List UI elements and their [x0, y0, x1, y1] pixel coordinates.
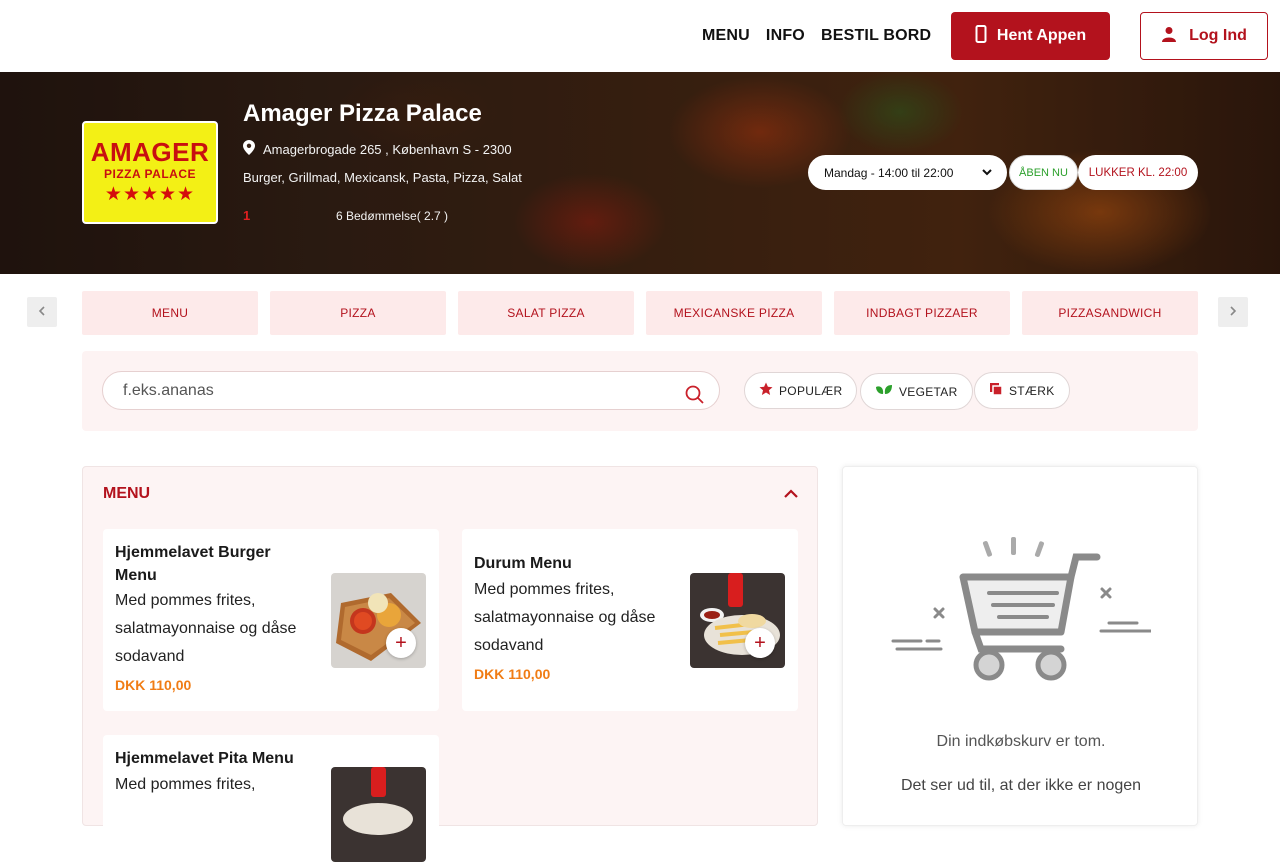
menu-item-image	[331, 767, 426, 862]
menu-item-price: DKK 110,00	[474, 666, 551, 682]
menu-section-title[interactable]: MENU	[103, 485, 150, 503]
category-tab-menu[interactable]: MENU	[82, 291, 258, 335]
tabs-scroll-left-button[interactable]	[27, 297, 57, 327]
tabs-scroll-right-button[interactable]	[1218, 297, 1248, 327]
menu-item-card[interactable]: Durum Menu Med pommes frites, salatmayon…	[462, 529, 798, 711]
opening-hours-select[interactable]: Mandag - 14:00 til 22:00	[808, 155, 1007, 190]
chevron-down-icon	[981, 165, 993, 182]
category-tab-mexicanske-pizza[interactable]: MEXICANSKE PIZZA	[646, 291, 822, 335]
search-placeholder: f.eks.ananas	[123, 381, 214, 399]
restaurant-address-row: Amagerbrogade 265 , København S - 2300	[243, 140, 522, 158]
restaurant-address: Amagerbrogade 265 , København S - 2300	[263, 141, 512, 157]
location-pin-icon	[243, 140, 255, 158]
logo-text-amager: AMAGER	[90, 137, 210, 167]
leaf-icon	[875, 384, 893, 399]
chevron-up-icon[interactable]	[783, 487, 799, 505]
filter-popular-button[interactable]: POPULÆR	[744, 372, 858, 409]
restaurant-hero: AMAGER PIZZA PALACE ★★★★★ Amager Pizza P…	[0, 72, 1280, 274]
chili-icon	[989, 382, 1003, 399]
phone-icon	[975, 24, 987, 48]
category-tab-indbagt-pizzaer[interactable]: INDBAGT PIZZAER	[834, 291, 1010, 335]
rating-marker: 1	[243, 208, 251, 223]
chevron-right-icon	[1228, 304, 1238, 320]
category-tab-salat-pizza[interactable]: SALAT PIZZA	[458, 291, 634, 335]
rating-row: 1 6 Bedømmelse( 2.7 )	[243, 208, 522, 223]
login-label: Log Ind	[1189, 27, 1247, 44]
menu-item-card[interactable]: Hjemmelavet Burger Menu Med pommes frite…	[103, 529, 439, 711]
add-to-cart-button[interactable]: +	[386, 628, 416, 658]
menu-item-description: Med pommes frites, salatmayonnaise og då…	[115, 592, 297, 665]
nav-link-info[interactable]: INFO	[766, 27, 805, 45]
opening-hours-value: Mandag - 14:00 til 22:00	[824, 165, 954, 180]
chevron-left-icon	[37, 304, 47, 320]
empty-cart-message: Det ser ud til, at der ikke er nogen	[900, 777, 1142, 794]
add-to-cart-button[interactable]: +	[745, 628, 775, 658]
category-tab-pizzasandwich[interactable]: PIZZASANDWICH	[1022, 291, 1198, 335]
menu-item-name: Hjemmelavet Burger Menu	[115, 544, 271, 584]
filter-popular-label: POPULÆR	[779, 383, 843, 398]
menu-item-description: Med pommes frites,	[115, 776, 256, 793]
restaurant-cuisines: Burger, Grillmad, Mexicansk, Pasta, Pizz…	[243, 170, 522, 185]
rating-text: 6 Bedømmelse( 2.7 )	[336, 208, 449, 223]
category-tab-pizza[interactable]: PIZZA	[270, 291, 446, 335]
nav-link-menu[interactable]: MENU	[702, 27, 750, 45]
filter-spicy-label: STÆRK	[1009, 383, 1055, 398]
menu-item-image	[690, 573, 785, 668]
closes-at-badge: LUKKER KL. 22:00	[1078, 155, 1198, 190]
get-app-button[interactable]: Hent Appen	[951, 12, 1110, 60]
nav-link-book-table[interactable]: BESTIL BORD	[821, 27, 931, 45]
menu-item-name: Hjemmelavet Pita Menu	[115, 750, 294, 767]
restaurant-name: Amager Pizza Palace	[243, 100, 482, 127]
search-input[interactable]: f.eks.ananas	[102, 371, 720, 410]
restaurant-logo: AMAGER PIZZA PALACE ★★★★★	[82, 121, 218, 224]
star-icon	[759, 382, 773, 399]
menu-category-section: MENU Hjemmelavet Burger Menu Med pommes …	[82, 466, 818, 862]
search-icon[interactable]	[685, 385, 705, 410]
logo-stars: ★★★★★	[104, 184, 196, 205]
menu-item-card[interactable]: Hjemmelavet Pita Menu Med pommes frites,	[103, 735, 439, 862]
empty-cart-icon	[891, 537, 1153, 688]
login-button[interactable]: Log Ind	[1140, 12, 1268, 60]
restaurant-info: Amager Pizza Palace Amagerbrogade 265 , …	[243, 100, 522, 223]
filter-spicy-button[interactable]: STÆRK	[974, 372, 1070, 409]
search-filter-panel: f.eks.ananas POPULÆR VEGETAR STÆRK	[82, 351, 1198, 431]
get-app-label: Hent Appen	[996, 27, 1087, 44]
logo-text-pizza-palace: PIZZA PALACE	[104, 167, 196, 181]
open-now-badge: ÅBEN NU	[1009, 155, 1078, 190]
menu-item-image	[331, 573, 426, 668]
filter-vegetarian-button[interactable]: VEGETAR	[860, 373, 973, 410]
menu-item-name: Durum Menu	[474, 555, 572, 572]
nav-links: MENU INFO BESTIL BORD	[702, 0, 931, 72]
menu-item-price: DKK 110,00	[115, 677, 192, 693]
filter-vegetarian-label: VEGETAR	[899, 384, 958, 399]
menu-item-description: Med pommes frites, salatmayonnaise og då…	[474, 581, 656, 654]
top-navbar: MENU INFO BESTIL BORD Hent Appen Log Ind	[0, 0, 1280, 72]
empty-cart-title: Din indkøbskurv er tom.	[936, 733, 1106, 750]
shopping-cart-panel: Din indkøbskurv er tom. Det ser ud til, …	[842, 466, 1198, 826]
user-icon	[1161, 26, 1177, 47]
